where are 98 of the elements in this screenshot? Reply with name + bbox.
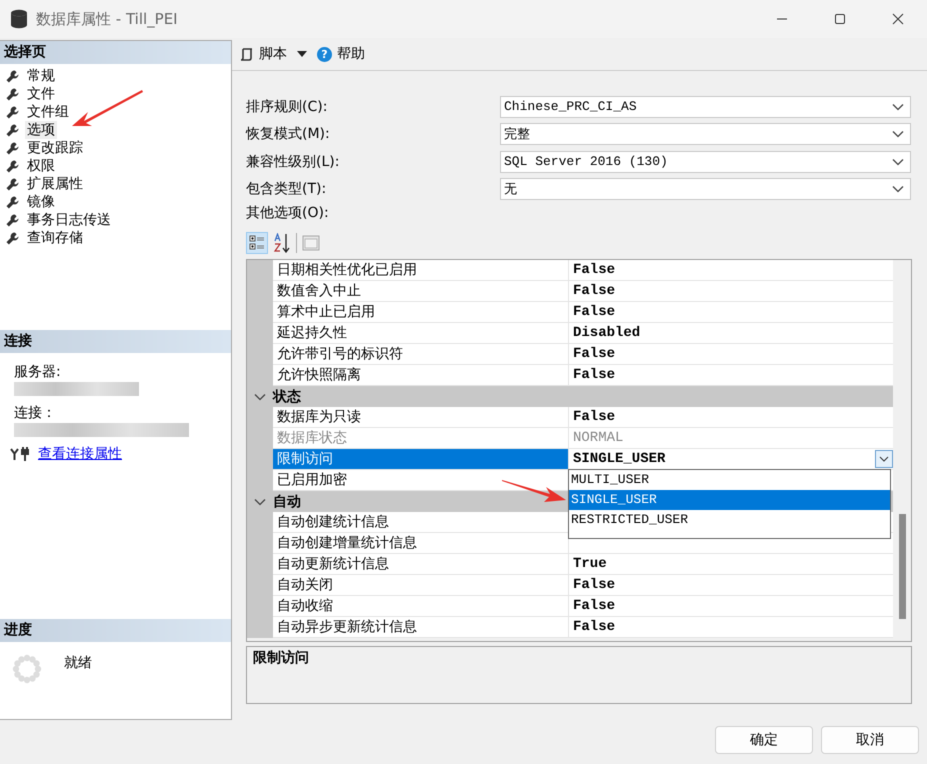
chevron-down-icon: [879, 456, 889, 462]
section-header: 选择页: [0, 41, 231, 64]
spinner-icon: [12, 654, 42, 684]
property-name[interactable]: 算术中止已启用: [273, 302, 569, 323]
categorized-button[interactable]: [246, 232, 268, 254]
chevron-down-icon: [892, 130, 904, 138]
property-value: False: [573, 577, 616, 593]
property-value: NORMAL: [573, 430, 624, 446]
combo-box[interactable]: SQL Server 2016 (130): [500, 150, 911, 173]
property-name[interactable]: 允许带引号的标识符: [273, 344, 569, 365]
maximize-icon: [834, 13, 846, 25]
connection-properties-link[interactable]: 查看连接属性: [38, 445, 122, 463]
field-label: 排序规则(C):: [246, 98, 328, 116]
dialog-button[interactable]: 确定: [715, 726, 813, 754]
description-panel: 限制访问: [246, 646, 912, 704]
chevron-down-icon: [892, 102, 904, 111]
property-value: False: [573, 283, 616, 299]
wrench-icon: [6, 214, 19, 226]
wrench-icon: [6, 106, 19, 118]
connection-label: 连接：: [14, 404, 57, 422]
field-label: 恢复模式(M):: [246, 125, 331, 144]
property-name[interactable]: 自动更新统计信息: [273, 554, 569, 575]
caret-icon: [297, 51, 307, 57]
property-value: False: [573, 346, 616, 362]
property-value: False: [573, 619, 616, 635]
property-name[interactable]: 日期相关性优化已启用: [273, 260, 569, 281]
row-gutter: [247, 617, 273, 638]
wrench-icon: [6, 178, 19, 190]
other-options-label: 其他选项(O):: [246, 204, 330, 223]
combo-box[interactable]: Chinese_PRC_CI_AS: [500, 96, 911, 118]
sort-az-icon: [273, 233, 291, 253]
page-item[interactable]: 权限: [25, 157, 57, 175]
wrench-icon: [6, 196, 19, 208]
page-item[interactable]: 选项: [25, 121, 57, 139]
page-item[interactable]: 文件: [25, 85, 57, 103]
category-title: 自动: [273, 492, 301, 510]
property-name[interactable]: 自动创建统计信息: [273, 512, 569, 533]
property-name[interactable]: 自动关闭: [273, 575, 569, 596]
wrench-icon: [6, 232, 19, 244]
wrench-icon: [6, 142, 19, 154]
help-button[interactable]: ? 帮助: [317, 45, 365, 63]
page-item[interactable]: 文件组: [25, 103, 71, 121]
dropdown-button[interactable]: [875, 450, 893, 468]
property-name[interactable]: 数值舍入中止: [273, 281, 569, 302]
page-item[interactable]: 查询存储: [25, 229, 85, 247]
scrollbar-thumb[interactable]: [898, 514, 906, 619]
property-name[interactable]: 允许快照隔离: [273, 365, 569, 386]
property-value: False: [573, 304, 616, 320]
property-value: False: [573, 409, 616, 425]
chevron-down-icon: [892, 158, 904, 166]
window-title: 数据库属性 - Till_PEI: [36, 10, 179, 28]
page-item[interactable]: 事务日志传送: [25, 211, 113, 229]
wrench-icon: [6, 124, 19, 136]
field-label: 兼容性级别(L):: [246, 152, 340, 171]
page-item[interactable]: 更改跟踪: [25, 139, 85, 157]
category-title: 状态: [273, 388, 301, 406]
plug-icon: [10, 447, 30, 461]
dropdown-option[interactable]: SINGLE_USER: [569, 490, 890, 510]
wrench-icon: [6, 88, 19, 100]
page-item[interactable]: 镜像: [25, 193, 57, 211]
property-name[interactable]: 限制访问: [273, 449, 569, 470]
property-value: SINGLE_USER: [573, 451, 666, 467]
server-label: 服务器:: [14, 363, 62, 381]
dropdown-option[interactable]: MULTI_USER: [569, 470, 890, 490]
chevron-down-icon: [892, 185, 904, 194]
section-header: 连接: [0, 330, 231, 353]
close-icon: [892, 13, 904, 25]
row-gutter: [247, 260, 273, 281]
wrench-icon: [6, 160, 19, 172]
section-header: 进度: [0, 619, 231, 642]
script-button[interactable]: 脚本: [240, 45, 287, 63]
property-value: False: [573, 367, 616, 383]
field-label: 包含类型(T):: [246, 180, 328, 198]
wrench-icon: [6, 70, 19, 82]
page-item[interactable]: 常规: [25, 67, 57, 85]
property-name[interactable]: 数据库为只读: [273, 407, 569, 428]
dialog-button[interactable]: 取消: [821, 726, 919, 754]
property-name[interactable]: 延迟持久性: [273, 323, 569, 344]
property-name[interactable]: 自动创建增量统计信息: [273, 533, 569, 554]
database-icon: [10, 9, 28, 29]
categorized-list-icon: [249, 235, 265, 251]
scroll-icon: [240, 47, 254, 61]
help-icon: ?: [317, 46, 332, 62]
arrow-drawing: [500, 478, 568, 504]
property-value: Disabled: [573, 325, 640, 341]
progress-status: 就绪: [64, 654, 92, 672]
pages-icon: [302, 235, 320, 251]
category-row[interactable]: 状态: [247, 386, 893, 407]
combo-box[interactable]: 完整: [500, 123, 911, 146]
combo-box[interactable]: 无: [500, 178, 911, 200]
property-name[interactable]: 自动收缩: [273, 596, 569, 617]
page-item[interactable]: 扩展属性: [25, 175, 85, 193]
property-value: False: [573, 598, 616, 614]
property-value: False: [573, 262, 616, 278]
dropdown-option[interactable]: RESTRICTED_USER: [569, 510, 890, 530]
property-name[interactable]: 自动异步更新统计信息: [273, 617, 569, 638]
property-value: True: [573, 556, 607, 572]
property-name[interactable]: 已启用加密: [273, 470, 569, 491]
